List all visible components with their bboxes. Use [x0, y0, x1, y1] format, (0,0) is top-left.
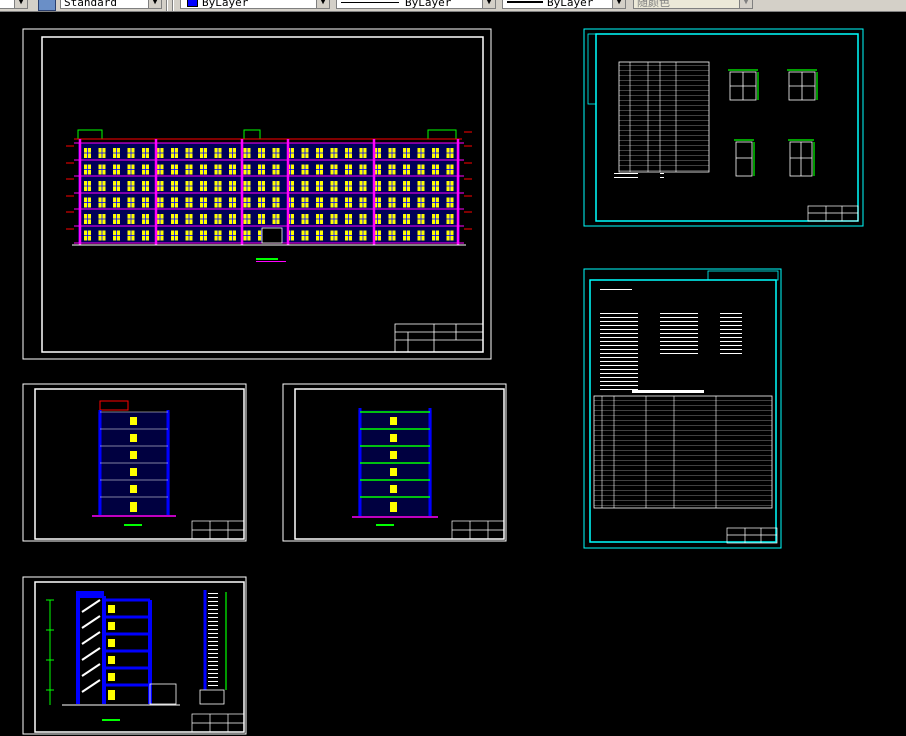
linetype-value: ByLayer: [405, 0, 452, 9]
stair-flights: [81, 599, 101, 693]
text-style-value: Standard: [64, 0, 117, 9]
text-style-dropdown[interactable]: Standard ▼: [60, 0, 162, 9]
stair-tower: [243, 129, 261, 140]
stair-roof: [76, 591, 104, 598]
title-block: [807, 205, 859, 222]
lineweight-value: ByLayer: [547, 0, 594, 9]
stair-tower: [99, 400, 129, 411]
sheet-main-elevation[interactable]: [22, 28, 492, 360]
chevron-down-icon[interactable]: ▼: [14, 0, 27, 8]
drawing-title-bar: [376, 524, 394, 526]
color-swatch-icon: [187, 0, 198, 7]
title-block: [191, 713, 245, 733]
title-block: [451, 520, 505, 540]
binding-strip: [587, 33, 597, 105]
toolbar-separator: [172, 0, 174, 11]
window-detail: [729, 71, 816, 177]
drawing-title-bar: [256, 258, 278, 260]
plot-style-dropdown[interactable]: 随颜色 ▼: [633, 0, 753, 9]
stair-tower: [427, 129, 457, 140]
chevron-down-icon[interactable]: ▼: [316, 0, 329, 8]
table-notes: [614, 172, 664, 180]
table-caption: [632, 390, 704, 393]
notes-column-right: [658, 310, 742, 356]
lineweight-preview-icon: [507, 1, 543, 3]
drawing-title-underline: [256, 261, 286, 262]
title-block: [191, 520, 245, 540]
chevron-down-icon[interactable]: ▼: [148, 0, 161, 8]
notes-column-left: [598, 310, 648, 390]
notes-heading: [598, 287, 632, 293]
finish-schedule-table: [593, 395, 773, 509]
sheet-side-elevation-left[interactable]: [22, 383, 247, 542]
color-value: ByLayer: [202, 0, 249, 9]
dropdown-stub[interactable]: ▼: [0, 0, 28, 9]
drawing-title-bar: [124, 524, 142, 526]
binding-strip: [707, 270, 779, 281]
sheet-side-elevation-right[interactable]: [282, 383, 507, 542]
properties-toolbar: ▼ Standard ▼ ByLayer ▼ ByLayer ▼ ByLayer…: [0, 0, 906, 12]
sheet-window-schedule[interactable]: [583, 28, 864, 227]
model-space-canvas[interactable]: [0, 12, 906, 736]
drawing-title-bar: [102, 719, 120, 721]
linetype-preview-icon: [341, 2, 399, 3]
title-block: [726, 527, 778, 544]
chevron-down-icon[interactable]: ▼: [482, 0, 495, 8]
stair-tower: [77, 129, 103, 140]
entrance-door: [261, 227, 283, 244]
annex-box: [149, 683, 177, 705]
wall-detail: [199, 590, 227, 705]
linetype-dropdown[interactable]: ByLayer ▼: [336, 0, 496, 9]
facade-body: [98, 412, 170, 515]
dimension-chain: [46, 599, 54, 705]
lineweight-dropdown[interactable]: ByLayer ▼: [502, 0, 626, 9]
title-block: [394, 323, 484, 353]
toolbar-separator: [166, 0, 168, 11]
plot-style-value: 随颜色: [637, 0, 670, 9]
chevron-down-icon[interactable]: ▼: [612, 0, 625, 8]
chevron-down-icon[interactable]: ▼: [739, 0, 752, 8]
text-style-icon[interactable]: [38, 0, 56, 11]
color-dropdown[interactable]: ByLayer ▼: [180, 0, 330, 9]
sheet-design-notes[interactable]: [583, 268, 782, 549]
window-schedule-table: [618, 61, 710, 173]
sheet-section[interactable]: [22, 576, 247, 735]
